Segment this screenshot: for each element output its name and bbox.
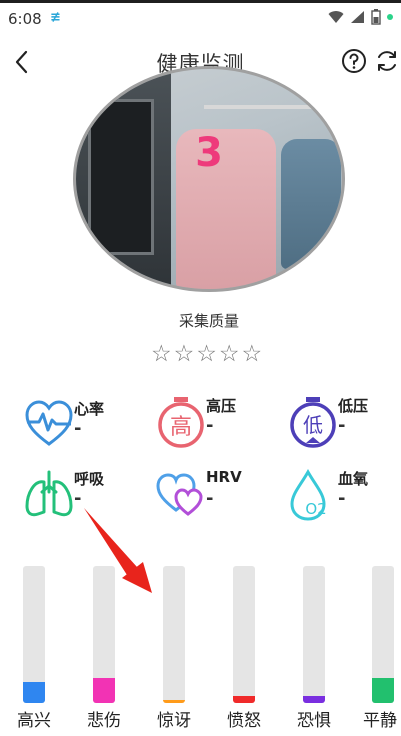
star-icon: ☆ — [241, 341, 263, 367]
status-icons — [328, 9, 393, 25]
countdown-number: 3 — [195, 130, 223, 176]
metric-value: - — [206, 415, 214, 436]
emotion-bar-sad: 悲伤 — [74, 566, 134, 736]
metric-value: - — [74, 488, 82, 509]
emotion-bar-calm: 平静 — [341, 566, 401, 736]
metric-value: - — [206, 488, 214, 509]
charge-dot — [387, 14, 393, 20]
svg-text:低: 低 — [303, 413, 323, 437]
status-time: 6:08 — [8, 10, 42, 28]
star-icon: ☆ — [151, 341, 172, 367]
quality-label: 采集质量 — [178, 312, 239, 330]
emotion-fill — [23, 682, 45, 703]
emotion-fill — [93, 678, 115, 703]
emotion-label: 恐惧 — [297, 711, 331, 731]
emotion-fill — [233, 696, 255, 703]
camera-scene-rail — [204, 105, 334, 109]
emotion-label: 惊讶 — [157, 711, 191, 731]
emotion-track — [23, 566, 45, 703]
metric-diastolic[interactable]: 低 低压 - — [288, 395, 401, 455]
battery-icon — [371, 9, 381, 25]
emotion-bar-anger: 愤怒 — [214, 566, 274, 736]
camera-scene-door — [88, 99, 154, 255]
svg-text:O2: O2 — [305, 500, 326, 518]
metric-name: 血氧 — [338, 470, 369, 488]
metric-blood-oxygen[interactable]: O2 血氧 - — [288, 468, 401, 528]
emotion-bar-happy: 高兴 — [4, 566, 64, 736]
metric-value: - — [338, 415, 346, 436]
metric-name: HRV — [206, 468, 242, 486]
refresh-icon[interactable] — [374, 48, 400, 74]
emotion-label: 悲伤 — [87, 711, 121, 731]
metric-name: 呼吸 — [74, 470, 105, 488]
star-icon: ☆ — [196, 341, 217, 367]
emotion-label: 平静 — [363, 711, 397, 731]
help-icon[interactable] — [341, 48, 367, 74]
emotion-bar-fear: 恐惧 — [284, 566, 344, 736]
emotion-track — [93, 566, 115, 703]
emotion-label: 愤怒 — [227, 711, 261, 731]
emotion-track — [303, 566, 325, 703]
emotion-bar-surprise: 惊讶 — [144, 566, 204, 736]
metric-name: 高压 — [206, 397, 237, 415]
lungs-icon — [25, 470, 73, 517]
star-icon: ☆ — [218, 341, 240, 367]
emotion-track — [233, 566, 255, 703]
notification-app-icon: ≢ — [50, 10, 61, 25]
emotion-fill — [372, 678, 394, 703]
signal-icon — [351, 11, 364, 23]
wifi-icon — [328, 11, 344, 23]
metric-name: 低压 — [338, 397, 369, 415]
low-pressure-icon: 低 — [290, 397, 336, 448]
camera-preview — [73, 66, 345, 292]
blood-oxygen-icon: O2 — [290, 468, 327, 521]
metric-systolic[interactable]: 高 高压 - — [156, 395, 276, 455]
emotion-fill — [163, 700, 185, 703]
metric-hrv[interactable]: HRV - — [156, 468, 276, 528]
hrv-hearts-icon — [156, 473, 203, 516]
high-pressure-icon: 高 — [158, 397, 204, 448]
metric-name: 心率 — [74, 400, 105, 418]
status-bar-top-line — [0, 0, 401, 3]
metric-respiration[interactable]: 呼吸 - — [24, 468, 144, 528]
metric-value: - — [338, 488, 346, 509]
emotion-track — [372, 566, 394, 703]
svg-text:高: 高 — [170, 415, 192, 440]
emotion-track — [163, 566, 185, 703]
heart-pulse-icon — [25, 400, 73, 446]
quality-stars: ☆ ☆ ☆ ☆ ☆ — [151, 341, 262, 367]
metric-heart-rate[interactable]: 心率 - — [24, 398, 144, 458]
star-icon: ☆ — [173, 341, 195, 367]
emotion-label: 高兴 — [17, 711, 51, 731]
metric-value: - — [74, 418, 82, 439]
emotion-fill — [303, 696, 325, 703]
